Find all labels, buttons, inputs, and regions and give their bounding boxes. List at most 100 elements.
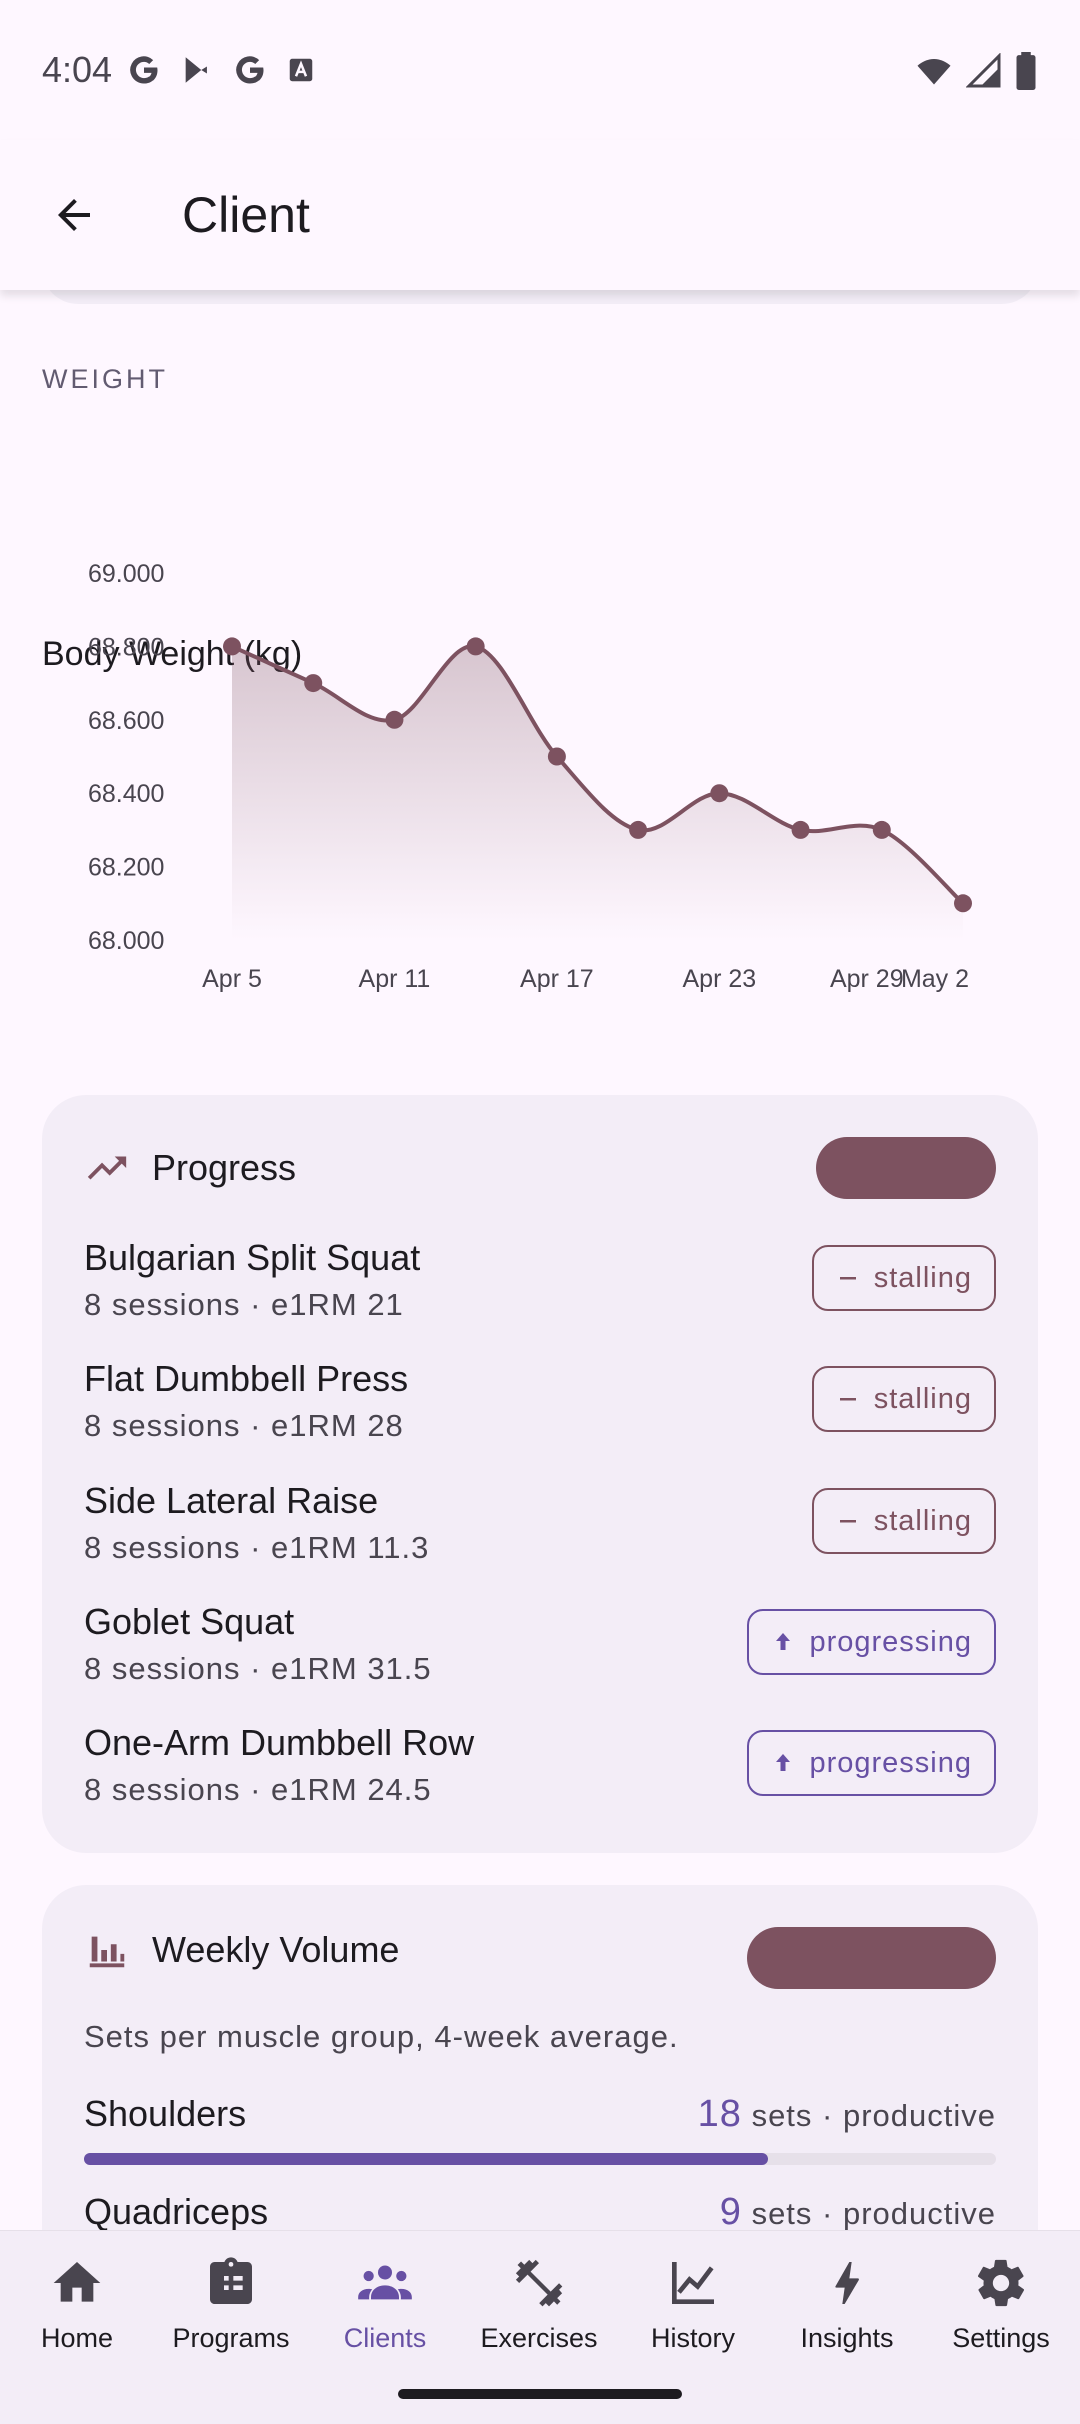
arrow-up-icon <box>776 1633 791 1650</box>
weight-area-fill <box>232 646 963 940</box>
nav-item-insights[interactable]: Insights <box>770 2231 924 2391</box>
progress-item[interactable]: Flat Dumbbell Press 8 sessions · e1RM 28… <box>84 1358 996 1458</box>
weight-point <box>954 894 972 913</box>
body-weight-chart: 69.000 68.800 68.600 68.400 68.200 68.000 Apr … <box>88 560 972 993</box>
weekly-volume-title: Weekly Volume <box>152 1929 400 1970</box>
x-tick-label: Apr 5 <box>202 965 262 993</box>
status-label: stalling <box>873 1504 972 1537</box>
weekly-volume-action-button[interactable] <box>747 1927 996 1989</box>
nav-label: Clients <box>343 2323 427 2353</box>
weight-point <box>791 820 810 839</box>
weight-point <box>304 674 323 693</box>
y-tick-label: 68.000 <box>88 927 164 955</box>
bar-chart-icon <box>89 1936 125 1968</box>
muscle-group-name: Quadriceps <box>84 2191 269 2230</box>
play-store-icon <box>185 57 207 83</box>
exercise-name: Side Lateral Raise <box>84 1480 379 1521</box>
volume-bar-track <box>84 2153 996 2165</box>
nav-item-clients[interactable]: Clients <box>308 2231 462 2391</box>
volume-meta: 18 sets · productive <box>698 2093 996 2136</box>
set-count: 18 <box>697 2093 742 2135</box>
weight-point <box>223 637 241 656</box>
top-app-bar: Client <box>0 140 1080 290</box>
progress-card: Progress Bulgarian Split Squat 8 session… <box>42 1095 1038 1853</box>
text-icon <box>289 58 313 82</box>
signal-icon <box>966 53 1001 88</box>
back-button[interactable] <box>26 167 122 263</box>
nav-label: Programs <box>172 2323 290 2353</box>
weight-point <box>466 637 485 656</box>
progress-action-button[interactable] <box>816 1137 996 1199</box>
x-tick-label: May 2 <box>901 965 969 993</box>
exercise-stats: 8 sessions · e1RM 24.5 <box>84 1772 432 1807</box>
arrow-up-icon <box>776 1754 791 1771</box>
progress-item[interactable]: Goblet Squat 8 sessions · e1RM 31.5 prog… <box>84 1601 996 1701</box>
volume-bar-fill <box>84 2153 768 2165</box>
trending-up-icon <box>87 1156 127 1180</box>
exercise-name: Flat Dumbbell Press <box>84 1358 409 1399</box>
y-tick-label: 68.400 <box>88 780 164 808</box>
weight-point <box>547 747 566 766</box>
status-badge: stalling <box>811 1488 996 1554</box>
battery-icon <box>1016 52 1036 90</box>
progress-item[interactable]: Bulgarian Split Squat 8 sessions · e1RM … <box>84 1237 996 1337</box>
exercise-stats: 8 sessions · e1RM 28 <box>84 1408 404 1443</box>
exercise-stats: 8 sessions · e1RM 21 <box>84 1287 404 1322</box>
page-title: Client <box>182 187 310 243</box>
nav-label: Insights <box>800 2323 894 2353</box>
x-tick-label: Apr 17 <box>520 965 594 993</box>
bolt-icon <box>835 2262 859 2304</box>
progress-item[interactable]: Side Lateral Raise 8 sessions · e1RM 11.… <box>84 1480 996 1580</box>
weight-point <box>629 820 648 839</box>
progress-item[interactable]: One-Arm Dumbbell Row 8 sessions · e1RM 2… <box>84 1722 996 1822</box>
y-tick-label: 68.600 <box>88 707 164 735</box>
history-chart-icon <box>672 2262 714 2304</box>
nav-item-home[interactable]: Home <box>0 2231 154 2391</box>
google-icon <box>236 56 264 84</box>
minus-icon <box>839 1520 856 1523</box>
x-tick-label: Apr 11 <box>359 965 431 993</box>
status-badge: progressing <box>747 1730 996 1796</box>
exercise-name: Bulgarian Split Squat <box>84 1237 421 1278</box>
y-tick-label: 68.800 <box>88 633 164 661</box>
nav-label: Home <box>40 2323 114 2353</box>
x-tick-label: Apr 29 <box>830 965 904 993</box>
nav-item-programs[interactable]: Programs <box>154 2231 308 2391</box>
exercise-stats: 8 sessions · e1RM 31.5 <box>84 1651 432 1686</box>
group-icon <box>358 2265 412 2300</box>
weight-point <box>872 820 891 839</box>
notification-icons <box>126 52 316 88</box>
nav-label: Settings <box>952 2323 1050 2353</box>
exercise-name: Goblet Squat <box>84 1601 295 1642</box>
status-label: progressing <box>809 1625 972 1658</box>
gesture-handle <box>398 2389 682 2399</box>
status-badge: stalling <box>811 1245 996 1311</box>
volume-suffix: sets · productive <box>751 2098 996 2133</box>
nav-item-exercises[interactable]: Exercises <box>462 2231 616 2391</box>
home-icon <box>53 2262 101 2302</box>
status-badge: progressing <box>747 1609 996 1675</box>
volume-meta: 9 sets · productive <box>720 2191 996 2230</box>
weekly-volume-header: Weekly Volume <box>84 1927 399 1973</box>
status-label: progressing <box>809 1746 972 1779</box>
arrow-back-icon <box>58 199 90 231</box>
dumbbell-icon <box>515 2259 563 2307</box>
nav-label: Exercises <box>480 2323 598 2353</box>
clipboard-icon <box>210 2257 252 2304</box>
muscle-group-name: Shoulders <box>84 2093 247 2134</box>
set-count: 9 <box>719 2191 742 2230</box>
weight-point <box>710 784 729 803</box>
nav-item-history[interactable]: History <box>616 2231 770 2391</box>
status-badge: stalling <box>811 1366 996 1432</box>
nav-item-settings[interactable]: Settings <box>924 2231 1078 2391</box>
system-icons <box>914 52 1038 90</box>
volume-suffix: sets · productive <box>751 2196 996 2230</box>
weekly-volume-description: Sets per muscle group, 4-week average. <box>84 2019 679 2054</box>
y-tick-label: 69.000 <box>88 560 164 588</box>
exercise-name: One-Arm Dumbbell Row <box>84 1722 475 1763</box>
gear-icon <box>977 2259 1025 2307</box>
status-label: stalling <box>873 1261 972 1294</box>
google-icon <box>130 56 158 84</box>
client-content[interactable]: WEIGHT Body Weight (kg) 69.000 68.800 68.6… <box>0 290 1080 2230</box>
wifi-icon <box>917 59 951 85</box>
